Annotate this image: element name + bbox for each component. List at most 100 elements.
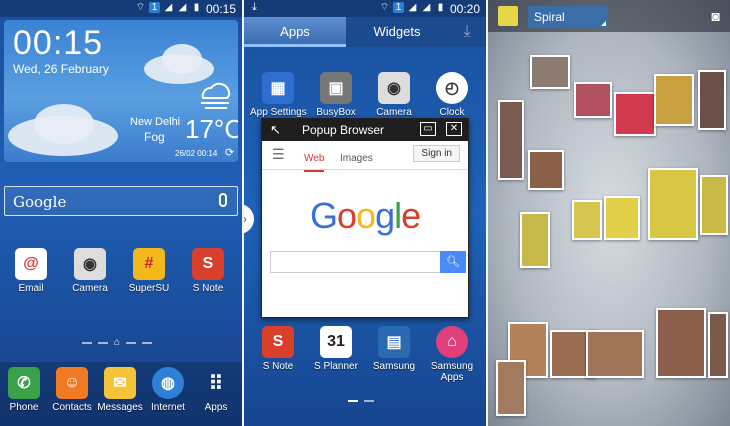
weather-widget[interactable]: 00:15 Wed, 26 February New Delhi Fog 17°… bbox=[4, 20, 238, 162]
status-clock: 00:20 bbox=[449, 2, 480, 16]
photo-thumbnail[interactable] bbox=[528, 150, 564, 190]
status-clock: 00:15 bbox=[205, 2, 236, 16]
cloud-shape bbox=[34, 104, 94, 144]
home-screen-panel: ⌔ 1 ◢ ◢ ▮ 00:15 00:15 Wed, 26 February N… bbox=[0, 0, 242, 426]
app-samsung-apps[interactable]: ⌂ Samsung Apps bbox=[424, 326, 480, 383]
apps-grid-icon: ⠿ bbox=[208, 372, 224, 395]
app-s-note[interactable]: S S Note bbox=[180, 248, 236, 294]
weather-city: New Delhi bbox=[130, 116, 181, 128]
home-indicator-icon: ⌂ bbox=[114, 337, 121, 348]
weather-temperature: 17°C bbox=[185, 114, 238, 144]
photo-thumbnail[interactable] bbox=[496, 360, 526, 416]
signal-icon: ◢ bbox=[408, 2, 417, 13]
photo-thumbnail[interactable] bbox=[700, 175, 728, 235]
app-clock[interactable]: ◴ Clock bbox=[424, 72, 480, 118]
app-label: SuperSU bbox=[128, 283, 170, 294]
photo-thumbnail[interactable] bbox=[614, 92, 656, 136]
download-apps-icon[interactable]: ⤓ bbox=[448, 17, 486, 47]
battery-icon: ▮ bbox=[193, 2, 200, 13]
photo-thumbnail[interactable] bbox=[648, 168, 698, 240]
app-label: Samsung bbox=[372, 361, 416, 372]
google-search-input[interactable]: 🔍︎ bbox=[270, 251, 466, 273]
app-label: S Note bbox=[262, 361, 294, 372]
battery-icon: ▮ bbox=[437, 2, 444, 13]
busybox-icon: ▣ bbox=[320, 72, 352, 104]
contacts-icon: ☺ bbox=[56, 367, 88, 399]
popup-title: Popup Browser bbox=[302, 123, 385, 137]
photo-thumbnail[interactable] bbox=[604, 196, 640, 240]
photo-thumbnail[interactable] bbox=[574, 82, 612, 118]
app-label: Camera bbox=[376, 107, 412, 118]
gallery-spiral-panel: Spiral ◙ bbox=[488, 0, 730, 426]
status-icons: ⌔ 1 ◢ ◢ ▮ bbox=[379, 2, 446, 13]
photo-thumbnail[interactable] bbox=[656, 308, 706, 378]
photo-thumbnail[interactable] bbox=[572, 200, 602, 240]
popup-divider bbox=[262, 169, 468, 170]
photo-thumbnail[interactable] bbox=[708, 312, 728, 378]
google-logo: Google bbox=[310, 195, 421, 236]
app-samsung[interactable]: ▤ Samsung bbox=[366, 326, 422, 372]
signal-2-icon: ◢ bbox=[178, 2, 187, 13]
wifi-icon: ⌔ bbox=[379, 2, 390, 13]
fog-icon bbox=[201, 82, 231, 109]
tab-widgets[interactable]: Widgets bbox=[346, 17, 448, 47]
status-bar: ⌔ 1 ◢ ◢ ▮ 00:15 bbox=[0, 0, 242, 17]
status-icons: ⌔ 1 ◢ ◢ ▮ bbox=[135, 2, 202, 13]
photo-thumbnail[interactable] bbox=[698, 70, 726, 130]
app-label: S Planner bbox=[314, 361, 358, 372]
popup-titlebar[interactable]: ↖ Popup Browser ▭ ✕ bbox=[262, 119, 468, 141]
dock-apps[interactable]: ⠿ Apps bbox=[188, 367, 242, 414]
drawer-handle-icon[interactable]: › bbox=[244, 204, 254, 234]
camera-icon: ◉ bbox=[74, 248, 106, 280]
search-icon[interactable]: 🔍︎ bbox=[440, 251, 466, 273]
weather-condition: Fog bbox=[144, 130, 165, 144]
wifi-icon: ⌔ bbox=[135, 2, 146, 13]
app-camera[interactable]: ◉ Camera bbox=[62, 248, 118, 294]
microphone-icon[interactable] bbox=[219, 193, 227, 207]
app-s-note[interactable]: S S Note bbox=[250, 326, 306, 372]
s-planner-icon: 31 bbox=[320, 326, 352, 358]
menu-icon[interactable]: ☰ bbox=[272, 146, 285, 163]
gallery-toolbar: Spiral ◙ bbox=[488, 0, 730, 32]
close-icon[interactable]: ✕ bbox=[446, 122, 462, 136]
apps-drawer-panel: ⤓ ⌔ 1 ◢ ◢ ▮ 00:20 Apps Widgets ⤓ ▦ App S… bbox=[244, 0, 486, 426]
sign-in-button[interactable]: Sign in bbox=[413, 145, 460, 162]
app-email[interactable]: @ Email bbox=[3, 248, 59, 294]
gallery-app-icon[interactable] bbox=[498, 6, 518, 26]
weather-updated: 26/02 00:14 bbox=[175, 149, 218, 158]
refresh-icon[interactable]: ⟳ bbox=[225, 146, 234, 159]
photo-thumbnail[interactable] bbox=[654, 74, 694, 126]
app-s-planner[interactable]: 31 S Planner bbox=[308, 326, 364, 372]
camera-icon[interactable]: ◙ bbox=[712, 8, 720, 24]
popup-browser-window: ↖ Popup Browser ▭ ✕ ☰ Web Images Sign in… bbox=[261, 118, 469, 318]
s-note-icon: S bbox=[262, 326, 294, 358]
photo-thumbnail[interactable] bbox=[586, 330, 644, 378]
s-note-icon: S bbox=[192, 248, 224, 280]
weather-time: 00:15 bbox=[13, 24, 104, 62]
tab-images[interactable]: Images bbox=[340, 153, 373, 164]
app-label: BusyBox bbox=[316, 107, 356, 118]
app-label: S Note bbox=[192, 283, 224, 294]
app-label: Clock bbox=[439, 107, 465, 118]
app-app-settings[interactable]: ▦ App Settings bbox=[250, 72, 307, 118]
app-supersu[interactable]: # SuperSU bbox=[121, 248, 177, 294]
maximize-icon[interactable]: ▭ bbox=[420, 122, 436, 136]
photo-thumbnail[interactable] bbox=[530, 55, 570, 89]
status-bar: ⤓ ⌔ 1 ◢ ◢ ▮ 00:20 bbox=[244, 0, 486, 17]
page-indicator: ⌂ bbox=[82, 337, 153, 348]
cloud-shape bbox=[162, 44, 202, 74]
messages-icon: ✉ bbox=[104, 367, 136, 399]
app-camera[interactable]: ◉ Camera bbox=[366, 72, 422, 118]
email-icon: @ bbox=[15, 248, 47, 280]
google-search-bar[interactable]: Google bbox=[4, 186, 238, 216]
app-label: Email bbox=[18, 283, 44, 294]
app-busybox[interactable]: ▣ BusyBox bbox=[308, 72, 364, 118]
phone-icon: ✆ bbox=[8, 367, 40, 399]
tab-apps[interactable]: Apps bbox=[244, 17, 346, 47]
samsung-icon: ▤ bbox=[378, 326, 410, 358]
photo-thumbnail[interactable] bbox=[498, 100, 524, 180]
resize-arrow-icon[interactable]: ↖ bbox=[270, 119, 281, 141]
photo-thumbnail[interactable] bbox=[520, 212, 550, 268]
supersu-icon: # bbox=[133, 248, 165, 280]
view-mode-dropdown[interactable]: Spiral bbox=[528, 6, 608, 28]
